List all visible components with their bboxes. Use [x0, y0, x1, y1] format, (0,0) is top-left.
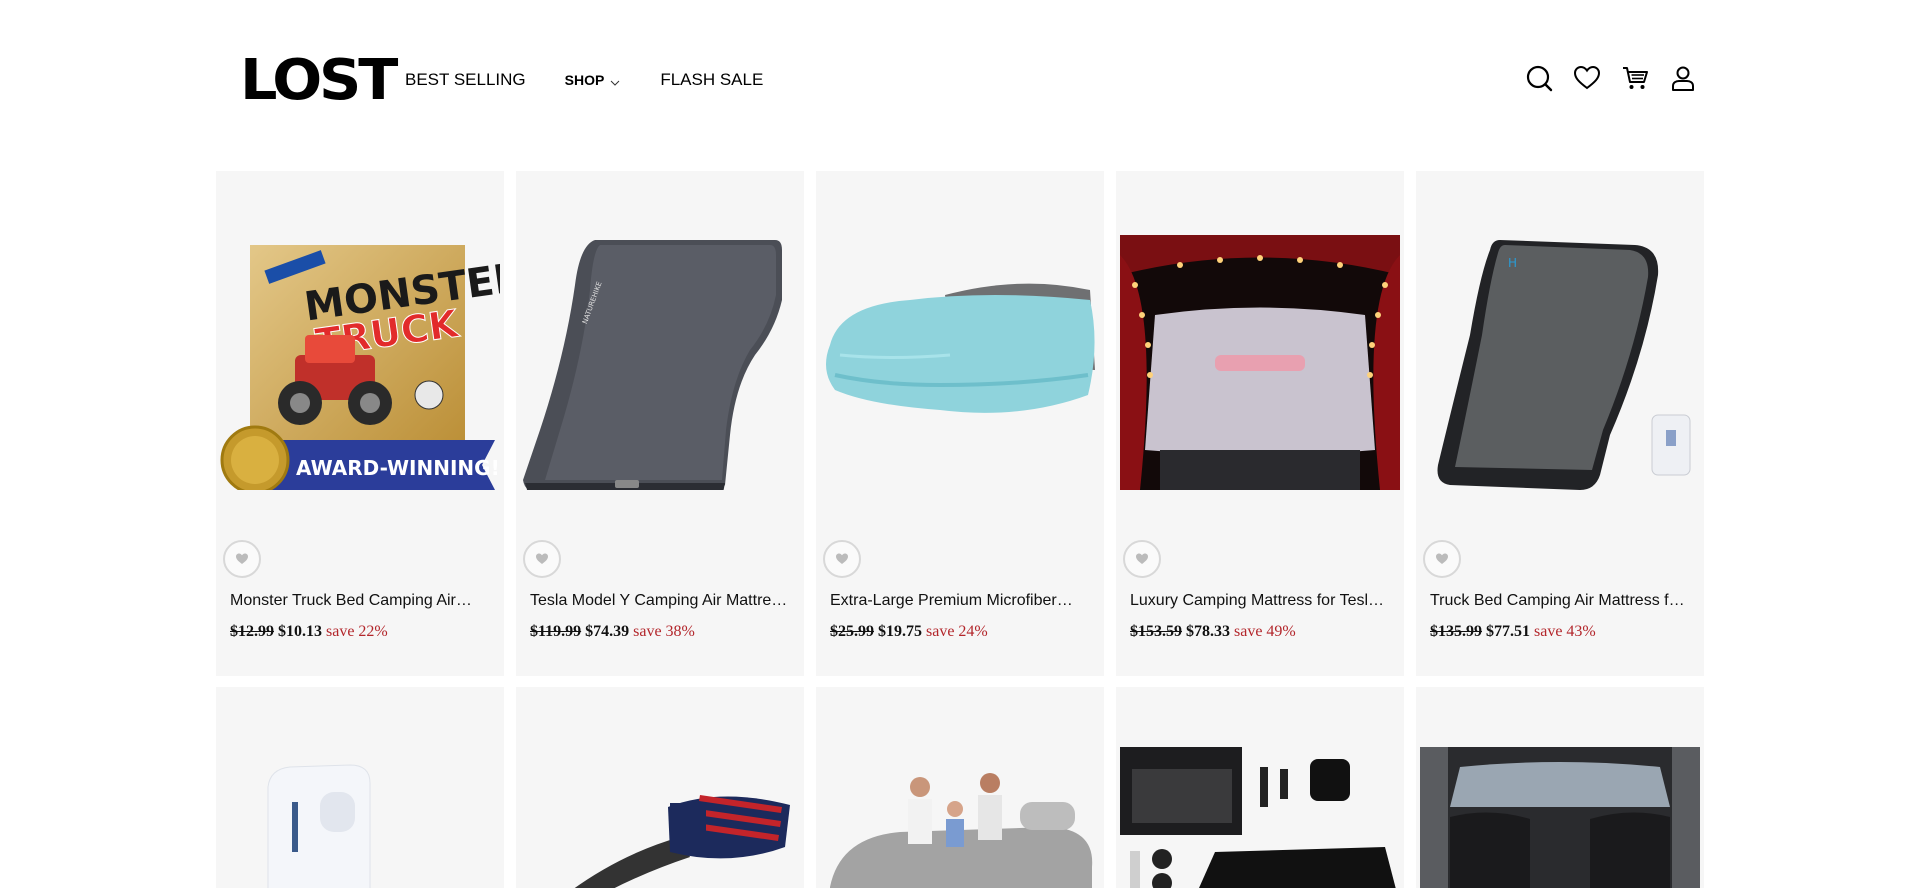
product-title[interactable]: Tesla Model Y Camping Air Mattress…	[530, 591, 792, 611]
product-card[interactable]	[216, 687, 504, 888]
product-price: $12.99 $10.13 save 22%	[230, 622, 388, 642]
wishlist-button[interactable]	[523, 540, 561, 578]
nav-shop-label: SHOP	[564, 72, 605, 88]
product-card[interactable]	[1116, 687, 1404, 888]
logo-text: LOST	[240, 48, 398, 113]
wishlist-button[interactable]	[223, 540, 261, 578]
product-price: $119.99 $74.39 save 38%	[530, 622, 695, 642]
search-icon[interactable]	[1525, 64, 1553, 92]
site-logo[interactable]: LOST	[240, 53, 398, 109]
cart-icon[interactable]	[1621, 64, 1649, 92]
product-image[interactable]	[1120, 235, 1400, 490]
header-actions	[1525, 64, 1697, 92]
save-badge: save 24%	[926, 623, 988, 640]
product-title[interactable]: Luxury Camping Mattress for Tesla…	[1130, 591, 1392, 611]
nav-shop[interactable]: SHOP	[565, 72, 621, 88]
product-card[interactable]: NATUREHIKE Tesla Model Y Camping Air Mat…	[516, 171, 804, 676]
sale-price: $74.39	[585, 623, 630, 640]
product-image[interactable]	[820, 747, 1100, 888]
wishlist-button[interactable]	[823, 540, 861, 578]
original-price: $153.59	[1130, 623, 1182, 640]
product-title[interactable]: Extra-Large Premium Microfiber…	[830, 591, 1092, 611]
product-image[interactable]: MONSTER TRUCK AWARD-WINNING!	[220, 235, 500, 490]
save-badge: save 22%	[326, 623, 388, 640]
product-card[interactable]: H Truck Bed Camping Air Mattress for… $1…	[1416, 171, 1704, 676]
product-card[interactable]	[1416, 687, 1704, 888]
product-image[interactable]	[1420, 747, 1700, 888]
save-badge: save 49%	[1234, 623, 1296, 640]
product-price: $153.59 $78.33 save 49%	[1130, 622, 1296, 642]
original-price: $25.99	[830, 623, 874, 640]
save-badge: save 43%	[1534, 623, 1596, 640]
wishlist-button[interactable]	[1423, 540, 1461, 578]
sale-price: $10.13	[278, 623, 322, 640]
sale-price: $77.51	[1486, 623, 1530, 640]
original-price: $119.99	[530, 623, 582, 640]
product-price: $25.99 $19.75 save 24%	[830, 622, 988, 642]
heart-icon	[536, 553, 548, 564]
product-image[interactable]	[220, 747, 500, 888]
save-badge: save 38%	[633, 623, 695, 640]
product-image[interactable]	[820, 235, 1100, 490]
main-nav: BEST SELLING SHOP FLASH SALE	[405, 68, 763, 92]
product-card[interactable]: Luxury Camping Mattress for Tesla… $153.…	[1116, 171, 1404, 676]
product-card[interactable]	[516, 687, 804, 888]
product-price: $135.99 $77.51 save 43%	[1430, 622, 1596, 642]
product-image[interactable]	[520, 747, 800, 888]
nav-flash-sale[interactable]: FLASH SALE	[660, 70, 763, 90]
product-title[interactable]: Monster Truck Bed Camping Air…	[230, 591, 492, 611]
product-title[interactable]: Truck Bed Camping Air Mattress for…	[1430, 591, 1692, 611]
sale-price: $78.33	[1186, 623, 1230, 640]
product-grid: MONSTER TRUCK AWARD-WINNING! Monster Tru…	[216, 171, 1704, 888]
chevron-down-icon	[610, 75, 620, 86]
heart-icon[interactable]	[1573, 64, 1601, 92]
heart-icon	[236, 553, 248, 564]
heart-icon	[836, 553, 848, 564]
heart-icon	[1136, 553, 1148, 564]
product-image[interactable]: NATUREHIKE	[520, 235, 800, 490]
wishlist-button[interactable]	[1123, 540, 1161, 578]
product-card[interactable]: MONSTER TRUCK AWARD-WINNING! Monster Tru…	[216, 171, 504, 676]
heart-icon	[1436, 553, 1448, 564]
account-icon[interactable]	[1669, 64, 1697, 92]
product-image[interactable]	[1120, 747, 1400, 888]
svg-text:AWARD-WINNING!: AWARD-WINNING!	[296, 456, 500, 480]
product-card[interactable]	[816, 687, 1104, 888]
nav-best-selling[interactable]: BEST SELLING	[405, 70, 526, 90]
site-header: LOST BEST SELLING SHOP FLASH SALE	[0, 0, 1920, 160]
svg-text:H: H	[1508, 256, 1517, 270]
original-price: $135.99	[1430, 623, 1482, 640]
sale-price: $19.75	[878, 623, 922, 640]
product-image[interactable]: H	[1420, 235, 1700, 490]
product-card[interactable]: Extra-Large Premium Microfiber… $25.99 $1…	[816, 171, 1104, 676]
original-price: $12.99	[230, 623, 274, 640]
